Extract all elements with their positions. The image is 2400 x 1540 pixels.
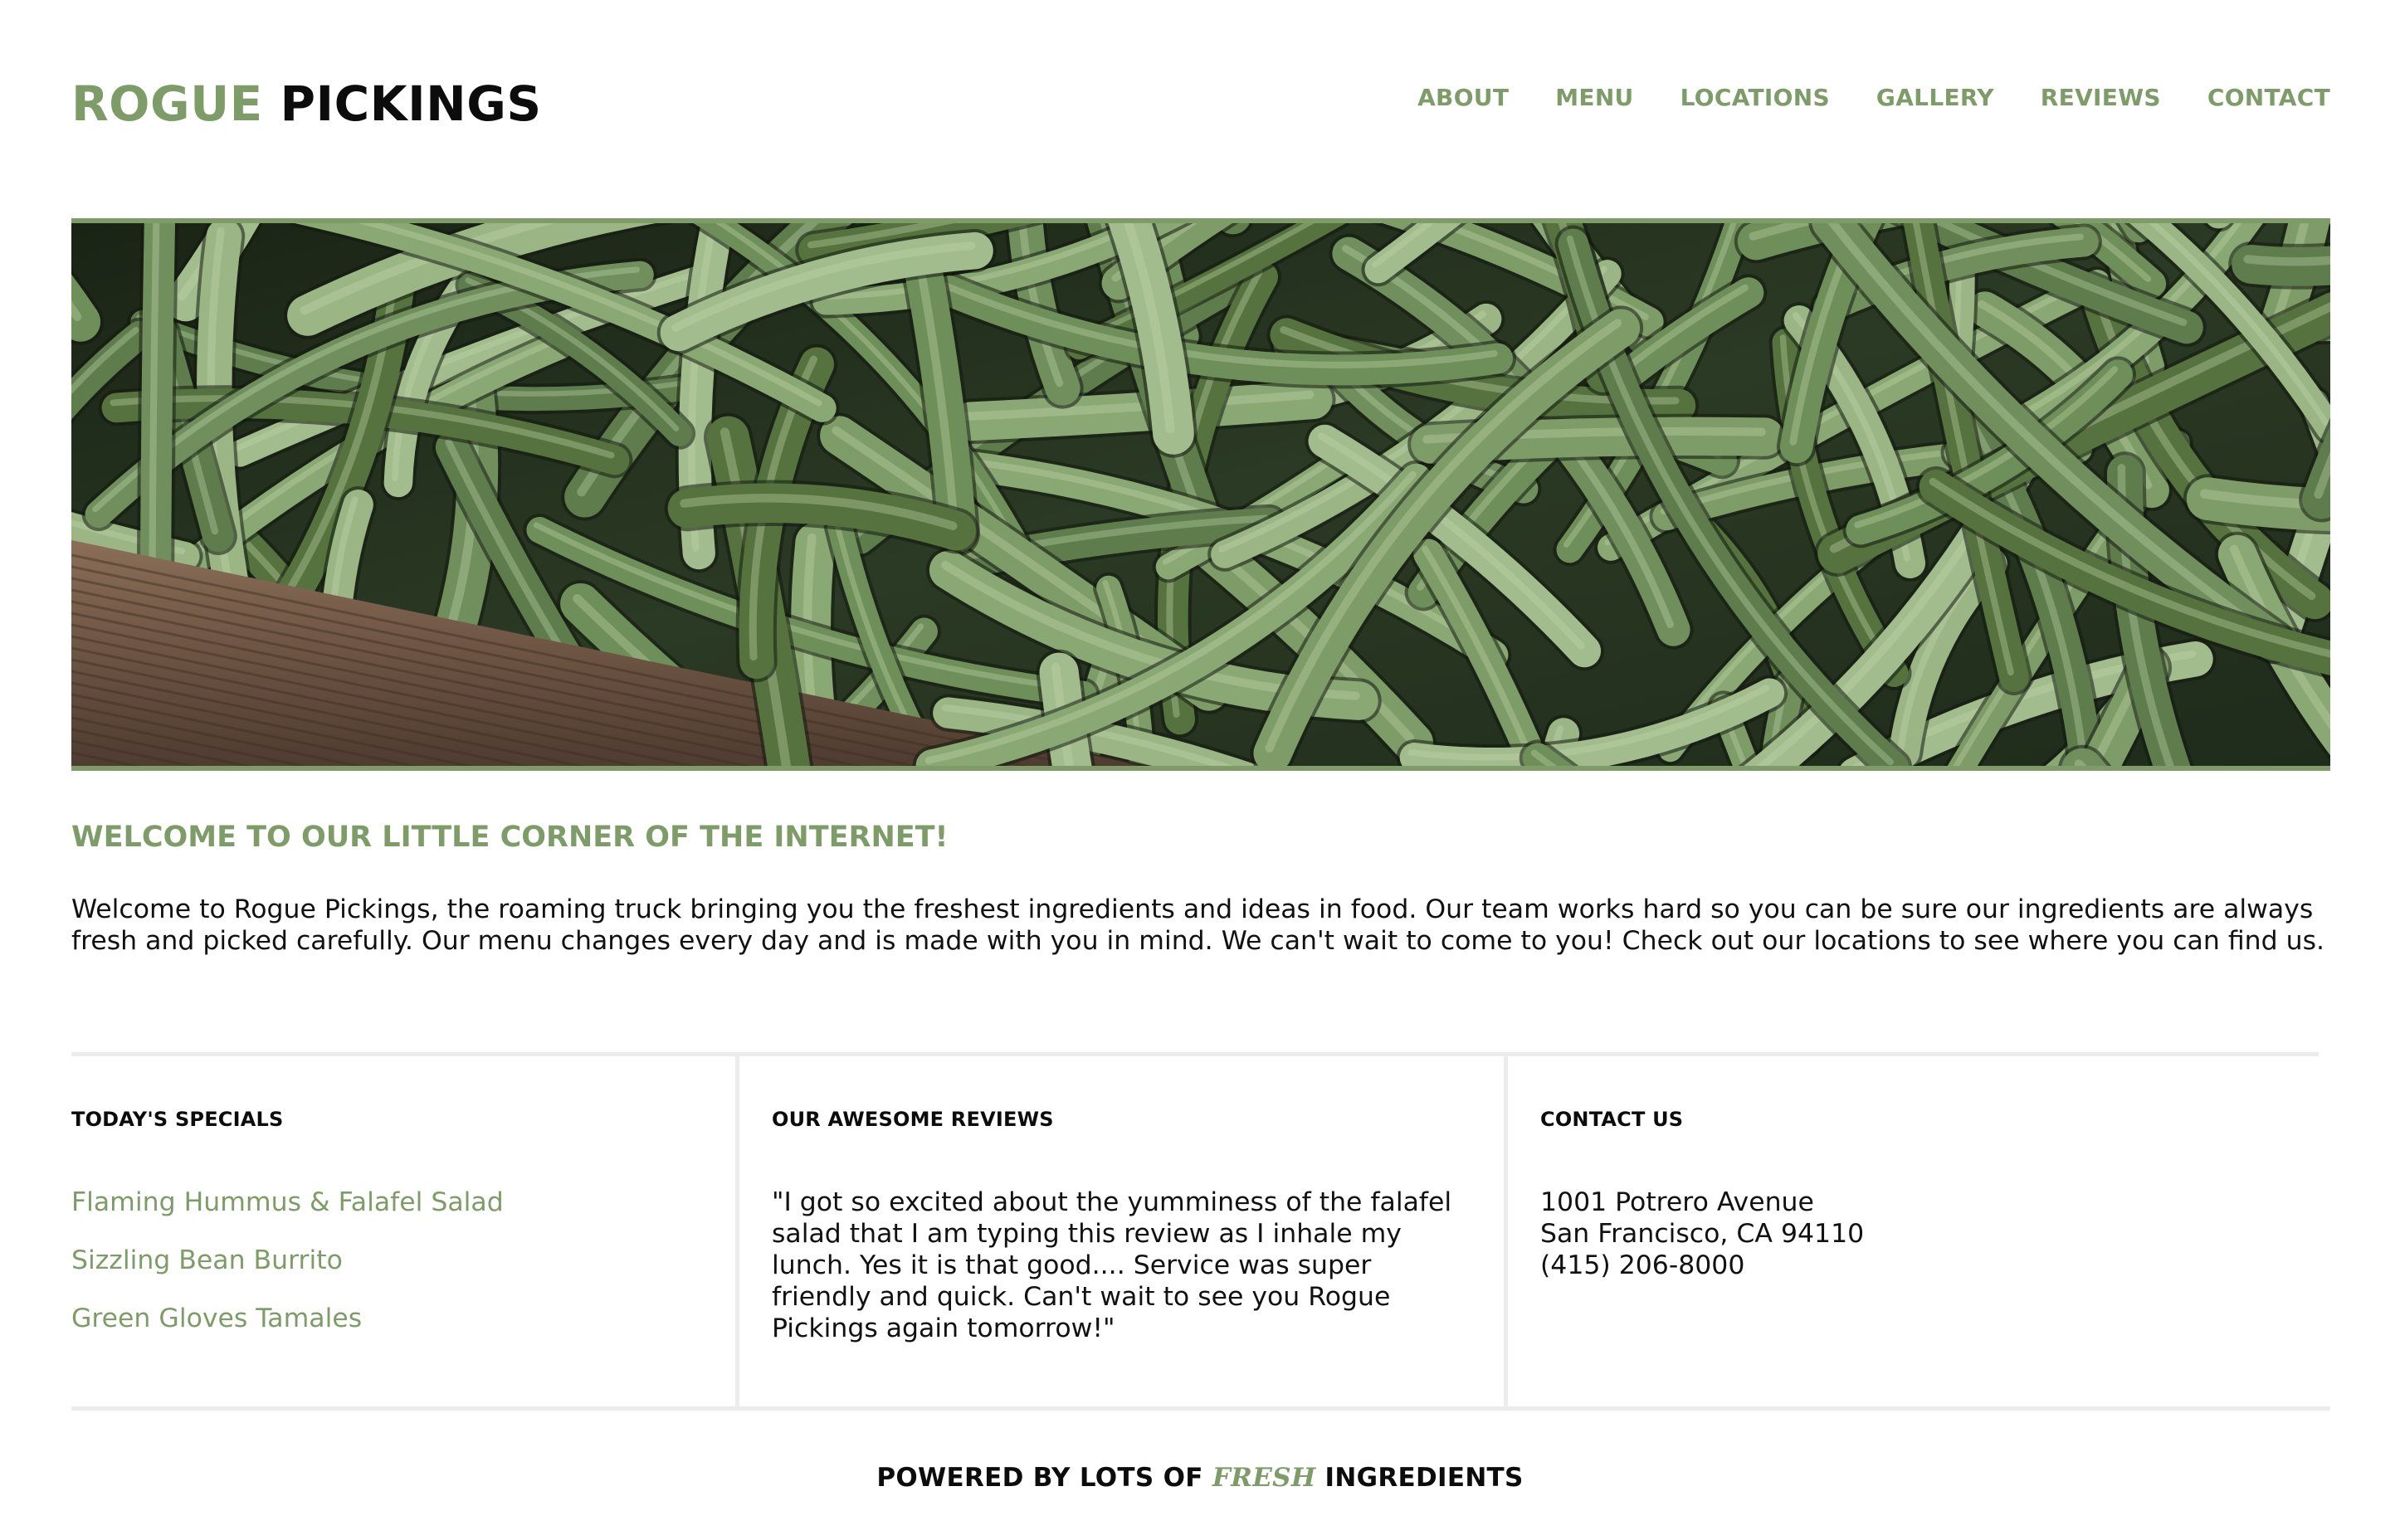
nav-locations[interactable]: LOCATIONS (1680, 81, 1830, 115)
column-divider-1 (735, 1054, 739, 1409)
nav-about[interactable]: ABOUT (1417, 81, 1509, 115)
section-divider-bottom (71, 1406, 2330, 1411)
reviews-heading: OUR AWESOME REVIEWS (772, 1108, 1054, 1131)
main-nav: ABOUT MENU LOCATIONS GALLERY REVIEWS CON… (1417, 81, 2330, 115)
footer-fresh-word: FRESH (1212, 1463, 1316, 1493)
contact-address-line1: 1001 Potrero Avenue (1540, 1187, 1814, 1217)
specials-heading: TODAY'S SPECIALS (71, 1108, 284, 1131)
special-item[interactable]: Sizzling Bean Burrito (71, 1245, 504, 1276)
footer-suffix: INGREDIENTS (1324, 1463, 1524, 1493)
nav-gallery[interactable]: GALLERY (1876, 81, 1994, 115)
specials-column: TODAY'S SPECIALS Flaming Hummus & Falafe… (71, 1106, 719, 1333)
special-item[interactable]: Flaming Hummus & Falafel Salad (71, 1187, 504, 1218)
column-divider-2 (1504, 1054, 1508, 1409)
logo-word-pickings: PICKINGS (280, 76, 542, 132)
site-logo[interactable]: ROGUE PICKINGS (71, 75, 542, 133)
reviews-column: OUR AWESOME REVIEWS "I got so excited ab… (772, 1106, 1469, 1343)
nav-reviews[interactable]: REVIEWS (2041, 81, 2161, 115)
hero-banner (71, 218, 2330, 771)
site-footer: POWERED BY LOTS OF FRESH INGREDIENTS (0, 1460, 2400, 1495)
nav-menu[interactable]: MENU (1555, 81, 1633, 115)
site-header: ROGUE PICKINGS ABOUT MENU LOCATIONS GALL… (71, 66, 2330, 141)
welcome-paragraph: Welcome to Rogue Pickings, the roaming t… (71, 894, 2325, 956)
welcome-heading: WELCOME TO OUR LITTLE CORNER OF THE INTE… (71, 821, 949, 854)
nav-contact[interactable]: CONTACT (2207, 81, 2330, 115)
contact-phone[interactable]: (415) 206-8000 (1540, 1250, 1864, 1281)
review-quote: "I got so excited about the yumminess of… (772, 1187, 1452, 1343)
hero-image-green-beans (71, 223, 2330, 766)
logo-word-rogue: ROGUE (71, 76, 263, 132)
footer-prefix: POWERED BY LOTS OF (876, 1463, 1203, 1493)
contact-column: CONTACT US 1001 Potrero Avenue San Franc… (1540, 1106, 2287, 1280)
section-divider-top (71, 1052, 2319, 1056)
contact-heading: CONTACT US (1540, 1108, 1684, 1131)
special-item[interactable]: Green Gloves Tamales (71, 1303, 504, 1334)
contact-details: 1001 Potrero Avenue San Francisco, CA 94… (1540, 1187, 1864, 1281)
specials-list: Flaming Hummus & Falafel Salad Sizzling … (71, 1187, 504, 1361)
contact-address-line2: San Francisco, CA 94110 (1540, 1219, 1865, 1249)
